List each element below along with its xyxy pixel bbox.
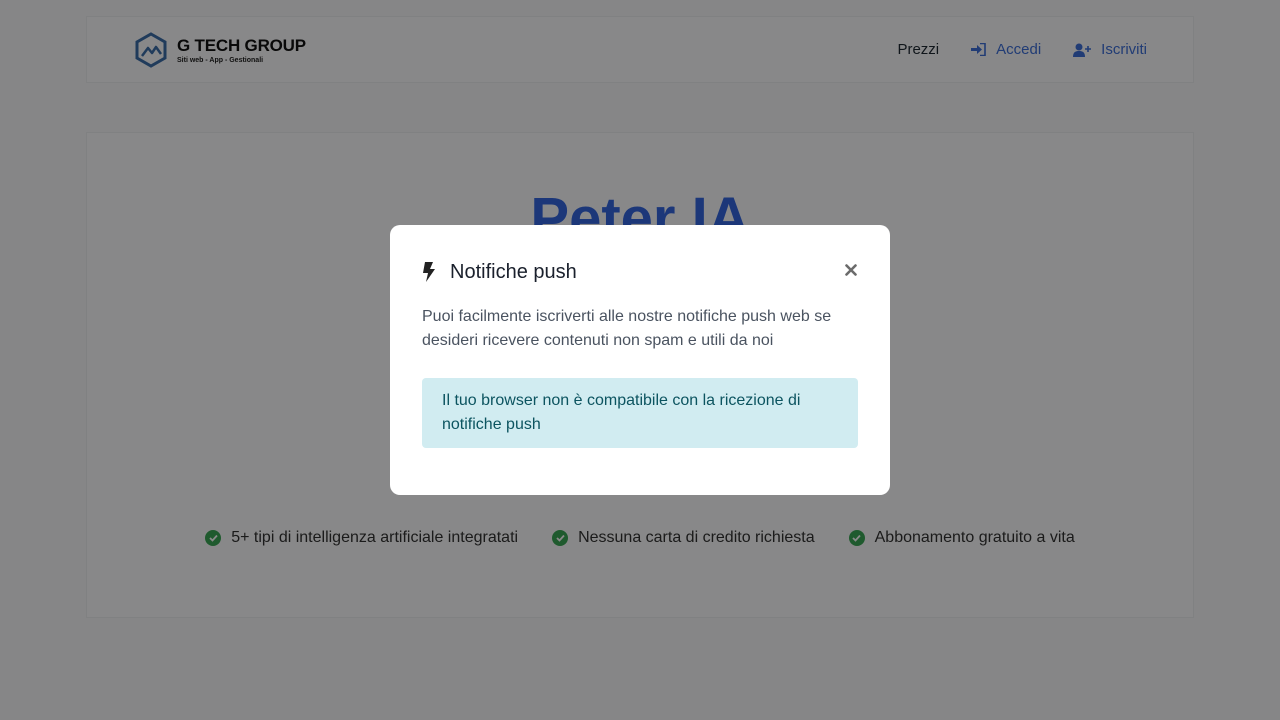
close-icon — [845, 264, 857, 276]
modal-header: Notifiche push — [422, 257, 858, 287]
push-notification-modal: Notifiche push Puoi facilmente iscrivert… — [390, 225, 890, 495]
modal-title: Notifiche push — [450, 260, 577, 283]
bolt-icon — [423, 262, 435, 282]
modal-body-text: Puoi facilmente iscriverti alle nostre n… — [422, 308, 832, 349]
close-button[interactable] — [844, 263, 858, 277]
browser-unsupported-alert: Il tuo browser non è compatibile con la … — [422, 378, 858, 448]
